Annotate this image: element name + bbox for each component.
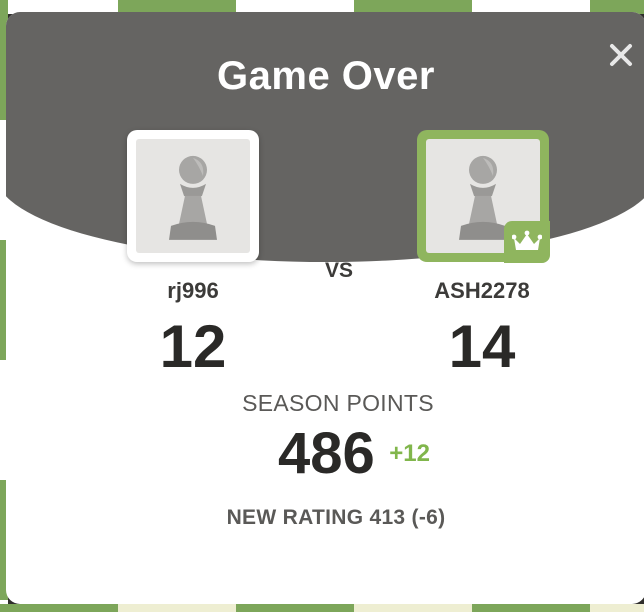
player-avatar-rj996[interactable] <box>127 130 259 262</box>
close-button[interactable] <box>606 40 636 70</box>
player-score-left: 12 <box>159 313 227 380</box>
season-points-label: SEASON POINTS <box>242 390 434 416</box>
player-score-right: 14 <box>448 313 516 380</box>
player-username-right[interactable]: ASH2278 <box>382 278 582 304</box>
screen: Game Over VS rj996 ASH2278 12 14 SEASON … <box>0 0 644 612</box>
player-avatar-ash2278[interactable] <box>417 130 550 263</box>
crown-icon <box>512 230 542 250</box>
avatar-frame <box>136 139 250 253</box>
season-points-delta: +12 <box>389 439 430 467</box>
versus-label: VS <box>324 259 353 282</box>
close-icon <box>610 44 632 66</box>
pawn-icon <box>169 155 217 240</box>
modal-title: Game Over <box>217 54 435 98</box>
game-over-modal: Game Over VS rj996 ASH2278 12 14 SEASON … <box>6 12 644 604</box>
new-rating-text: NEW RATING 413 (-6) <box>226 506 446 529</box>
winner-badge <box>504 221 550 263</box>
season-points-value: 486 <box>278 421 375 486</box>
season-points-row: 486 +12 <box>278 420 430 486</box>
board-background-bottom <box>0 604 644 612</box>
player-username-left[interactable]: rj996 <box>93 278 293 304</box>
